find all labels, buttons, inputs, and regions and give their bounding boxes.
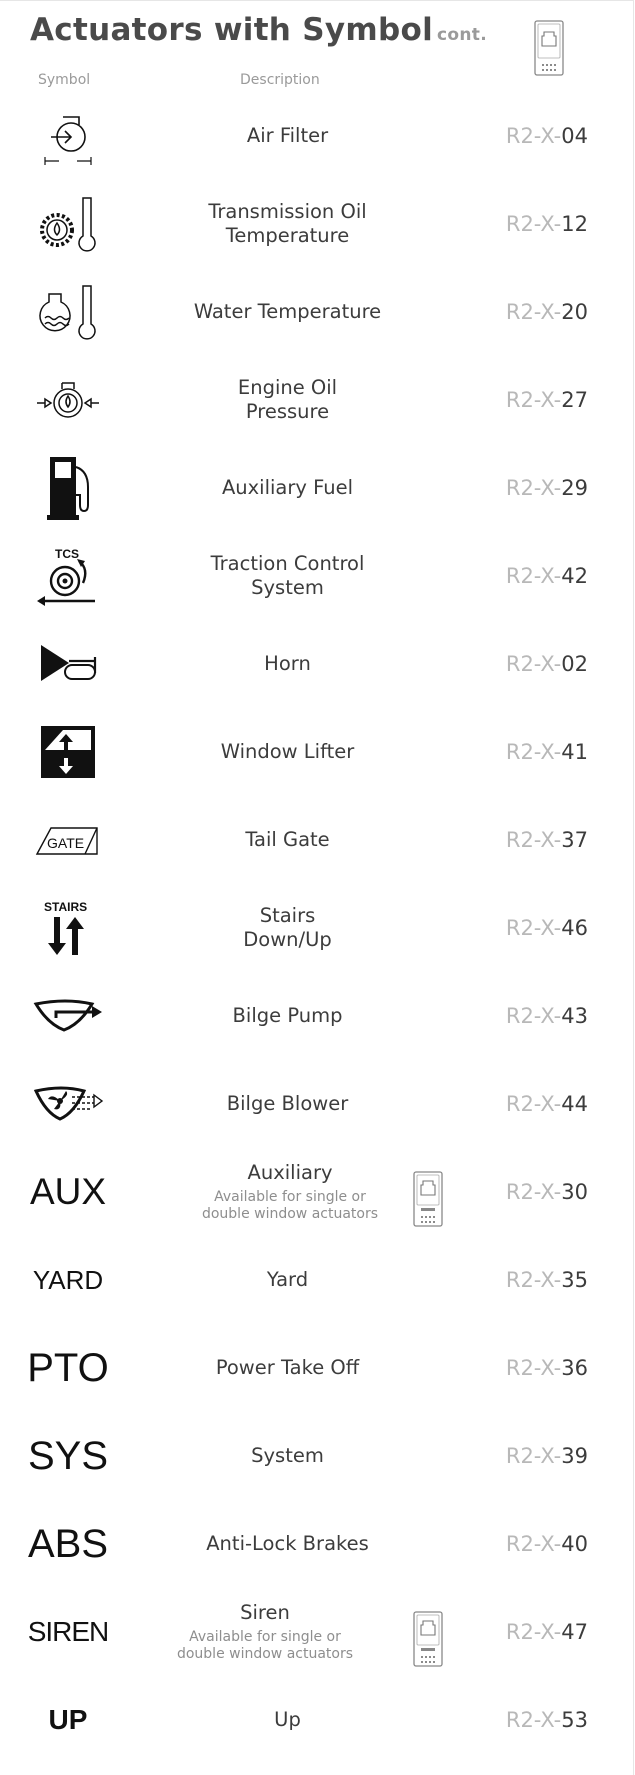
- description: Power Take Off: [215, 1356, 360, 1379]
- gate-label: GATE: [47, 835, 84, 851]
- part-number: R2-X- 35: [505, 1268, 588, 1292]
- up-symbol: UP: [48, 1704, 88, 1735]
- aux-symbol: AUX: [29, 1171, 107, 1212]
- traction-control-icon: TCS: [18, 532, 118, 620]
- actuator-row: Water Temperature R2-X- 20: [0, 268, 634, 356]
- part-number: R2-X- 41: [505, 740, 588, 764]
- actuator-row: SIREN Siren Available for single or doubl…: [0, 1588, 634, 1676]
- actuator-row: ABS Anti-Lock Brakes R2-X- 40: [0, 1500, 634, 1588]
- description: Traction Control System: [210, 552, 365, 599]
- switch-illustration-icon: [413, 1611, 443, 1667]
- actuator-row: Engine Oil Pressure R2-X- 27: [0, 356, 634, 444]
- part-number: R2-X- 47: [505, 1620, 588, 1644]
- title-cont: cont.: [437, 25, 487, 45]
- description: Stairs Down/Up: [243, 904, 332, 951]
- col-description-header: Description: [240, 72, 320, 88]
- actuator-row: Transmission Oil Temperature R2-X- 12: [0, 180, 634, 268]
- part-number: R2-X- 30: [505, 1180, 588, 1204]
- window-lifter-icon: [18, 708, 118, 796]
- part-number: R2-X- 29: [505, 476, 588, 500]
- description: Siren Available for single or double wind…: [176, 1601, 354, 1662]
- bilge-pump-icon: [18, 972, 118, 1060]
- part-number: R2-X- 20: [505, 300, 588, 324]
- actuator-row: STAIRS Stairs Down/Up R2-X- 46: [0, 884, 634, 972]
- description: Anti-Lock Brakes: [206, 1532, 369, 1555]
- stairs-label: STAIRS: [44, 900, 87, 914]
- actuator-row: Horn R2-X- 02: [0, 620, 634, 708]
- part-number: R2-X- 12: [505, 212, 588, 236]
- description: Tail Gate: [245, 828, 330, 851]
- part-number: R2-X- 39: [505, 1444, 588, 1468]
- actuator-row: Air Filter R2-X- 04: [0, 92, 634, 180]
- actuator-row: Window Lifter R2-X- 41: [0, 708, 634, 796]
- siren-symbol: SIREN: [27, 1616, 110, 1647]
- description: Window Lifter: [220, 740, 355, 763]
- availability-note: Available for single or double window act…: [176, 1629, 354, 1662]
- switch-illustration-icon: [534, 20, 564, 76]
- actuator-row: UP Up R2-X- 53: [0, 1676, 634, 1764]
- page-title: Actuators with Symbol cont.: [30, 12, 487, 48]
- description: Transmission Oil Temperature: [208, 200, 367, 247]
- actuator-row: TCS Traction Control System R2-X- 42: [0, 532, 634, 620]
- tail-gate-icon: GATE: [18, 796, 118, 884]
- part-number: R2-X- 27: [505, 388, 588, 412]
- actuator-row: Auxiliary Fuel R2-X- 29: [0, 444, 634, 532]
- part-number: R2-X- 53: [505, 1708, 588, 1732]
- description: Air Filter: [246, 124, 329, 147]
- water-temp-icon: [18, 268, 118, 356]
- air-filter-icon: [18, 92, 118, 180]
- switch-illustration-icon: [413, 1171, 443, 1227]
- description: Auxiliary Available for single or double …: [201, 1161, 379, 1222]
- part-number: R2-X- 42: [505, 564, 588, 588]
- engine-oil-pressure-icon: [18, 356, 118, 444]
- description: Bilge Blower: [226, 1092, 349, 1115]
- actuator-row: YARD Yard R2-X- 35: [0, 1236, 634, 1324]
- part-number: R2-X- 04: [505, 124, 588, 148]
- availability-note: Available for single or double window act…: [201, 1189, 379, 1222]
- horn-icon: [18, 620, 118, 708]
- top-rule: [0, 0, 634, 1]
- part-number: R2-X- 36: [505, 1356, 588, 1380]
- actuator-row: SYS System R2-X- 39: [0, 1412, 634, 1500]
- part-number: R2-X- 46: [505, 916, 588, 940]
- pto-symbol: PTO: [27, 1345, 109, 1390]
- description: Water Temperature: [193, 300, 382, 323]
- actuator-row: PTO Power Take Off R2-X- 36: [0, 1324, 634, 1412]
- part-number: R2-X- 02: [505, 652, 588, 676]
- description: Yard: [266, 1268, 309, 1291]
- description: Engine Oil Pressure: [237, 376, 338, 423]
- description: Horn: [264, 652, 311, 675]
- fuel-pump-icon: [18, 444, 118, 532]
- description: Auxiliary Fuel: [221, 476, 354, 499]
- part-number: R2-X- 40: [505, 1532, 588, 1556]
- col-symbol-header: Symbol: [38, 72, 91, 88]
- part-number: R2-X- 43: [505, 1004, 588, 1028]
- description: Bilge Pump: [232, 1004, 343, 1027]
- actuator-row: GATE Tail Gate R2-X- 37: [0, 796, 634, 884]
- bilge-blower-icon: [18, 1060, 118, 1148]
- description: System: [251, 1444, 324, 1467]
- yard-symbol: YARD: [32, 1264, 104, 1295]
- transmission-oil-temp-icon: [18, 180, 118, 268]
- part-number: R2-X- 44: [505, 1092, 588, 1116]
- actuator-row: Bilge Blower R2-X- 44: [0, 1060, 634, 1148]
- tcs-label: TCS: [55, 547, 79, 561]
- description: Up: [274, 1708, 301, 1731]
- sys-symbol: SYS: [27, 1433, 109, 1478]
- stairs-icon: STAIRS: [18, 884, 118, 972]
- actuator-row: AUX Auxiliary Available for single or dou…: [0, 1148, 634, 1236]
- part-number: R2-X- 37: [505, 828, 588, 852]
- actuator-row: Bilge Pump R2-X- 43: [0, 972, 634, 1060]
- abs-symbol: ABS: [27, 1521, 109, 1566]
